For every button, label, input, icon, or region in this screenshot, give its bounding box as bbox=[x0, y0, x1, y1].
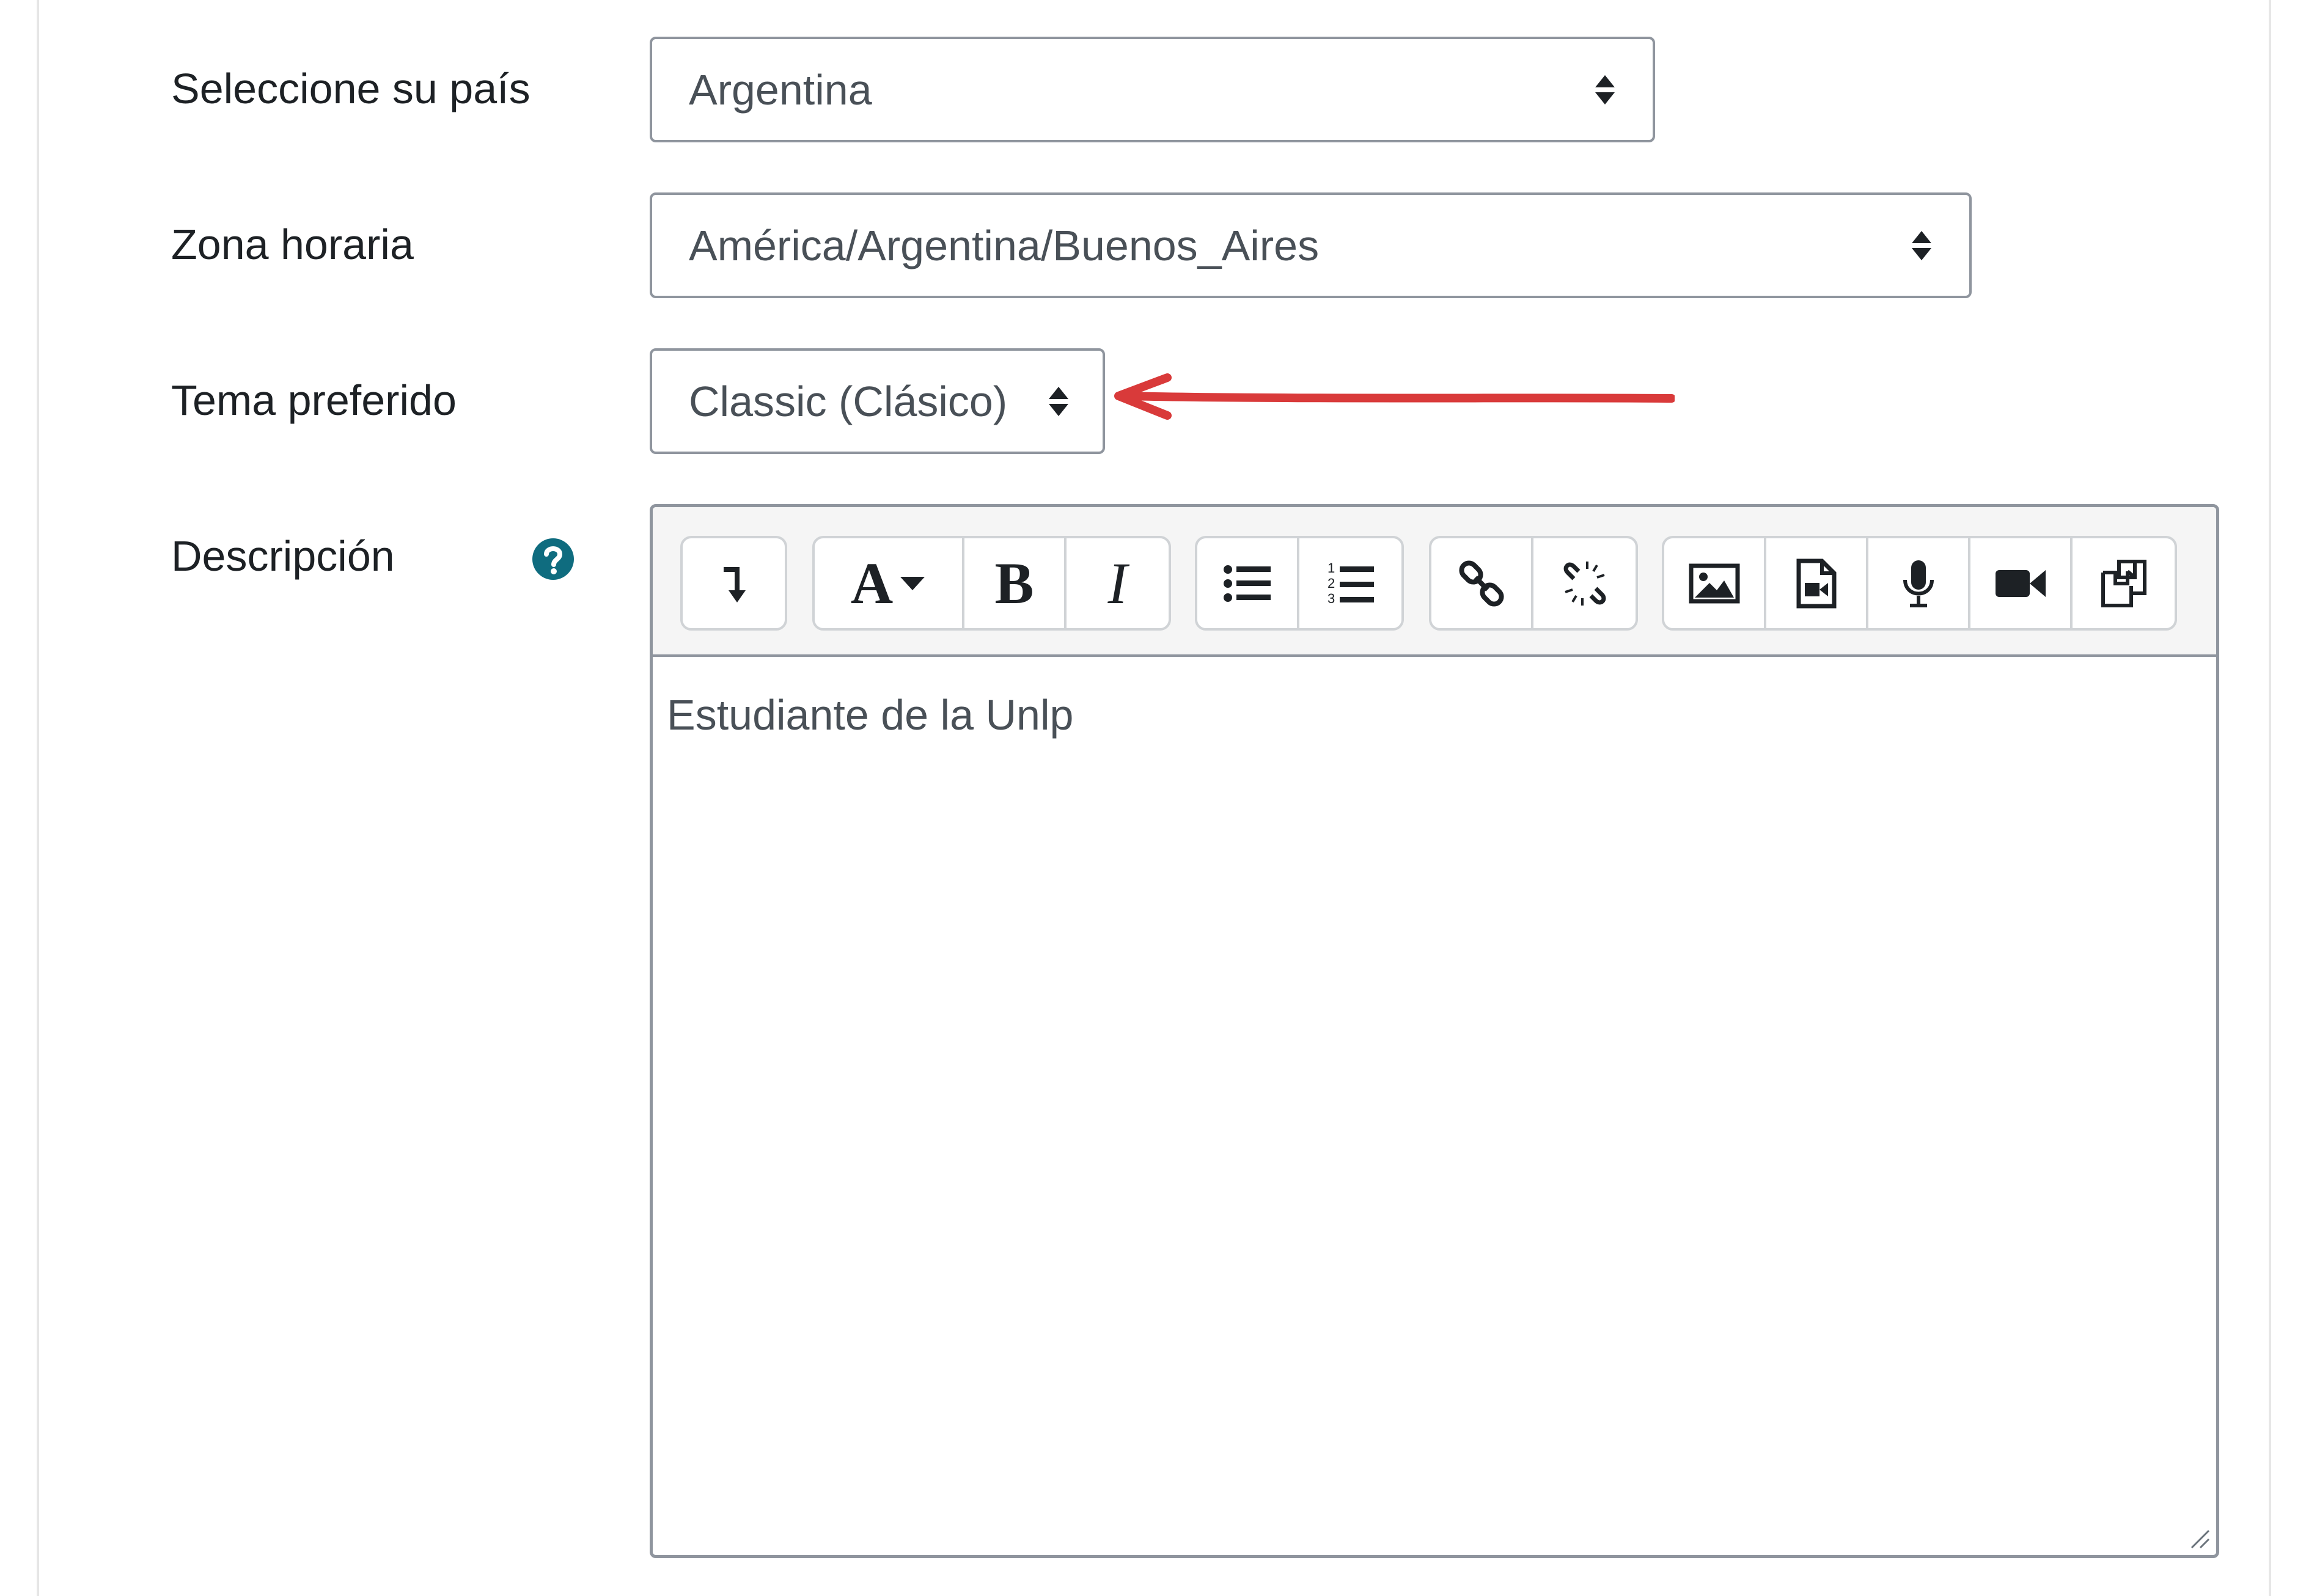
toolbar-group-links bbox=[1429, 536, 1638, 631]
toolbar-group-media bbox=[1662, 536, 2177, 631]
font-style-icon: A bbox=[851, 549, 926, 617]
sort-caret-icon bbox=[1049, 386, 1068, 416]
record-video-button[interactable] bbox=[1970, 538, 2073, 628]
country-select-value: Argentina bbox=[689, 65, 872, 114]
bold-icon: B bbox=[994, 551, 1034, 616]
unordered-list-icon bbox=[1223, 565, 1271, 602]
description-editor[interactable]: A B I 1 2 3 Estudiante de la Unlp bbox=[650, 504, 2219, 1558]
editor-toolbar: A B I 1 2 3 bbox=[653, 507, 2216, 657]
italic-icon: I bbox=[1107, 551, 1128, 616]
theme-select-value: Classic (Clásico) bbox=[689, 377, 1008, 425]
description-text[interactable]: Estudiante de la Unlp bbox=[667, 694, 1073, 736]
insert-media-button[interactable] bbox=[1766, 538, 1868, 628]
description-label: Descripción bbox=[171, 532, 395, 580]
toolbar-group-lists: 1 2 3 bbox=[1195, 536, 1404, 631]
show-more-button[interactable] bbox=[683, 538, 785, 628]
svg-text:3: 3 bbox=[1327, 591, 1335, 606]
svg-text:1: 1 bbox=[1327, 560, 1335, 576]
question-circle-icon[interactable] bbox=[532, 538, 575, 580]
manage-files-button[interactable] bbox=[2073, 538, 2175, 628]
record-video-icon bbox=[1995, 569, 2046, 597]
link-button[interactable] bbox=[1431, 538, 1533, 628]
svg-text:2: 2 bbox=[1327, 576, 1335, 591]
unordered-list-button[interactable] bbox=[1197, 538, 1299, 628]
theme-select[interactable]: Classic (Clásico) bbox=[650, 348, 1105, 454]
timezone-select[interactable]: América/Argentina/Buenos_Aires bbox=[650, 192, 1972, 298]
sort-caret-icon bbox=[1912, 230, 1931, 260]
sort-caret-icon bbox=[1595, 75, 1615, 104]
unlink-button[interactable] bbox=[1533, 538, 1636, 628]
toolbar-group-format: A B I bbox=[812, 536, 1171, 631]
bold-button[interactable]: B bbox=[964, 538, 1067, 628]
page-left-border bbox=[37, 0, 39, 1596]
image-icon bbox=[1689, 563, 1739, 603]
italic-button[interactable]: I bbox=[1067, 538, 1169, 628]
ordered-list-icon: 1 2 3 bbox=[1327, 560, 1374, 606]
theme-label: Tema preferido bbox=[171, 376, 457, 424]
timezone-label: Zona horaria bbox=[171, 221, 414, 268]
media-icon bbox=[1796, 558, 1836, 608]
annotation-arrow bbox=[1114, 373, 1675, 420]
page-right-border bbox=[2269, 0, 2271, 1596]
country-label: Seleccione su país bbox=[171, 65, 531, 112]
show-more-icon bbox=[723, 566, 746, 602]
record-audio-button[interactable] bbox=[1868, 538, 1970, 628]
unlink-icon bbox=[1563, 561, 1606, 606]
resize-handle-icon[interactable] bbox=[2187, 1526, 2211, 1550]
toolbar-group-more bbox=[680, 536, 787, 631]
manage-files-icon bbox=[2101, 559, 2146, 607]
record-audio-icon bbox=[1903, 560, 1934, 607]
ordered-list-button[interactable]: 1 2 3 bbox=[1299, 538, 1401, 628]
link-icon bbox=[1458, 560, 1504, 607]
insert-image-button[interactable] bbox=[1664, 538, 1766, 628]
timezone-select-value: América/Argentina/Buenos_Aires bbox=[689, 221, 1320, 269]
country-select[interactable]: Argentina bbox=[650, 37, 1655, 142]
font-style-button[interactable]: A bbox=[815, 538, 964, 628]
